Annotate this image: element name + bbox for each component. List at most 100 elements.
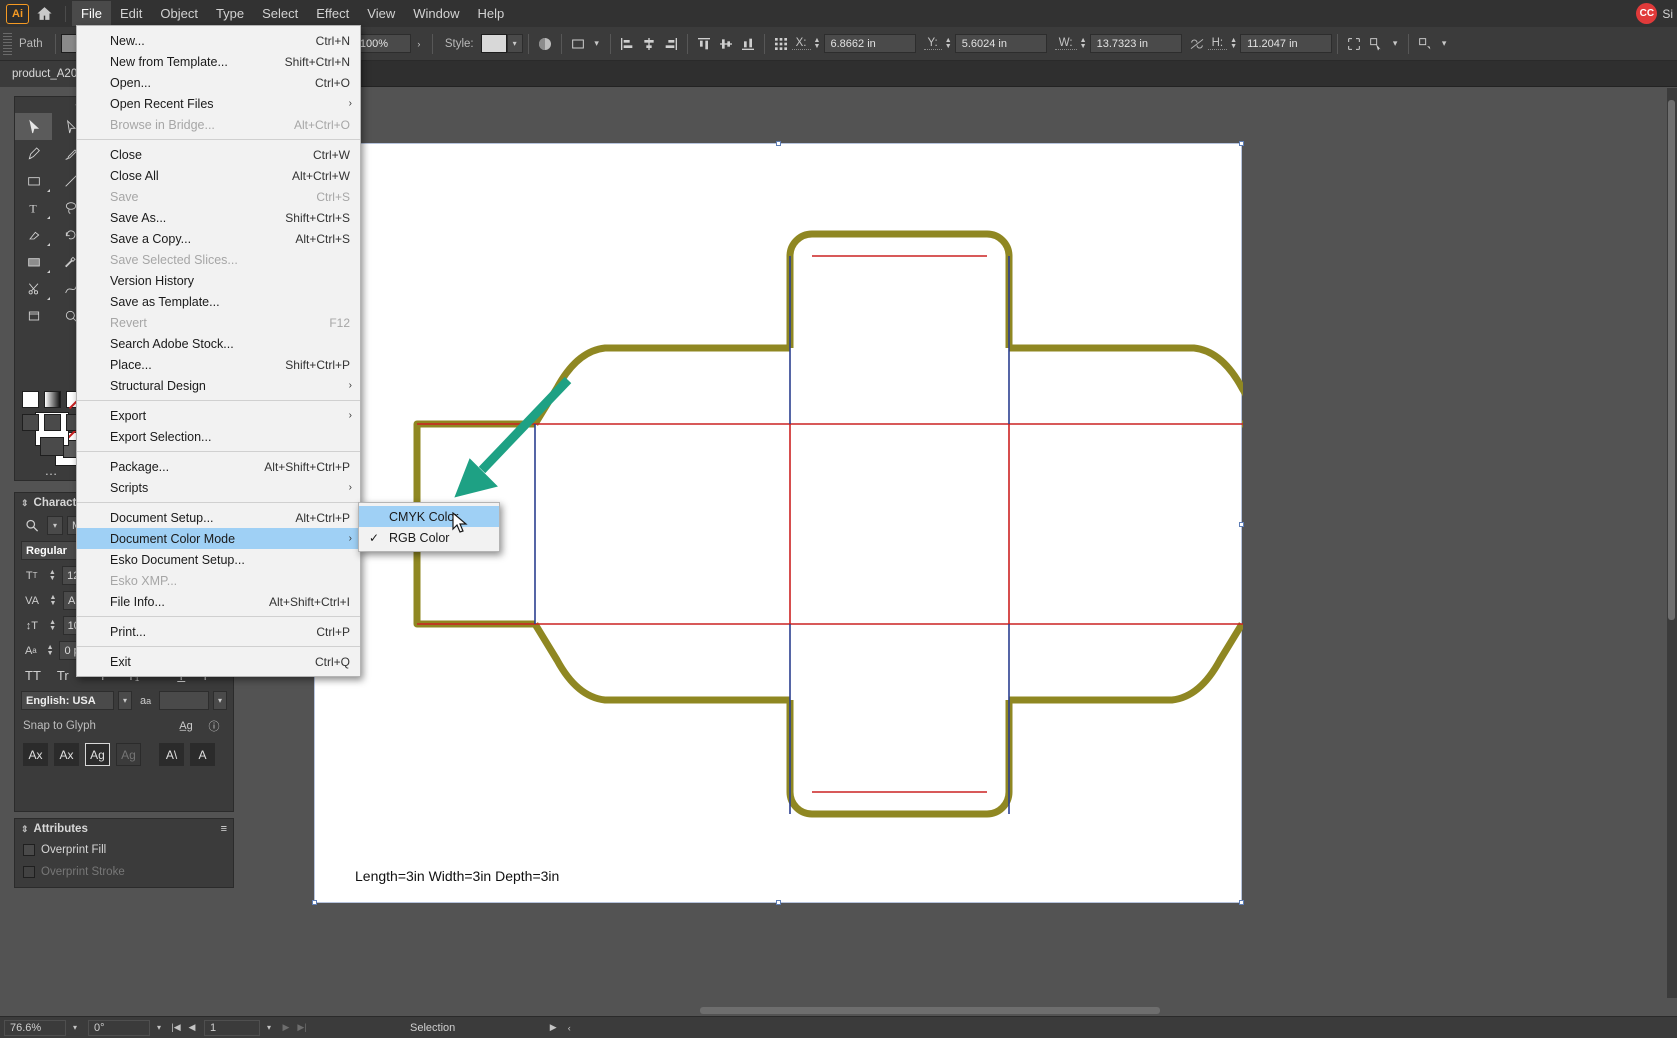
- snap-descender-button[interactable]: Ag: [116, 743, 141, 766]
- snap-capheight-button[interactable]: Ag: [85, 743, 110, 766]
- x-stepper[interactable]: ▲▼: [811, 38, 824, 50]
- menu-item-structural-design[interactable]: Structural Design ›: [77, 375, 360, 396]
- artboard-caret-icon[interactable]: ▾: [260, 1023, 278, 1032]
- menu-edit[interactable]: Edit: [111, 1, 151, 26]
- menu-item-search-adobe-stock[interactable]: Search Adobe Stock...: [77, 333, 360, 354]
- submenu-item-cmyk-color[interactable]: CMYK Color: [359, 506, 499, 527]
- panel-collapse-icon[interactable]: ⇕: [21, 824, 29, 835]
- h-stepper[interactable]: ▲▼: [1227, 38, 1240, 50]
- language-select[interactable]: English: USA: [21, 691, 114, 710]
- transform-caret-icon[interactable]: ▾: [589, 34, 605, 53]
- menu-type[interactable]: Type: [207, 1, 253, 26]
- w-input[interactable]: 13.7323 in: [1090, 34, 1182, 53]
- font-search-caret-icon[interactable]: ▾: [47, 516, 63, 535]
- kerning-stepper[interactable]: ▲▼: [47, 595, 59, 607]
- screen-mode-icon[interactable]: [40, 437, 64, 456]
- zoom-caret-icon[interactable]: ▾: [66, 1023, 84, 1032]
- all-caps-button[interactable]: TT: [25, 668, 41, 683]
- status-collapse-icon[interactable]: ‹: [561, 1023, 577, 1033]
- y-input[interactable]: 5.6024 in: [955, 34, 1047, 53]
- menu-item-place[interactable]: Place... Shift+Ctrl+P: [77, 354, 360, 375]
- menu-item-version-history[interactable]: Version History: [77, 270, 360, 291]
- status-flyout-icon[interactable]: ▶: [545, 1022, 561, 1033]
- snap-xheight-button[interactable]: Ax: [54, 743, 79, 766]
- draw-behind-icon[interactable]: [44, 414, 61, 431]
- rotation-input[interactable]: 0°: [88, 1020, 150, 1036]
- snap-angle-button[interactable]: A\: [159, 743, 184, 766]
- menu-item-close-all[interactable]: Close All Alt+Ctrl+W: [77, 165, 360, 186]
- w-stepper[interactable]: ▲▼: [1077, 38, 1090, 50]
- menu-file[interactable]: File: [72, 1, 111, 26]
- gradient-tool[interactable]: [15, 248, 52, 275]
- attributes-panel-header[interactable]: ⇕ Attributes ≡: [15, 819, 233, 839]
- selection-tool[interactable]: [15, 113, 52, 140]
- lock-proportions-icon[interactable]: [1186, 33, 1208, 55]
- eraser-tool[interactable]: [15, 221, 52, 248]
- menu-object[interactable]: Object: [151, 1, 207, 26]
- baseline-stepper[interactable]: ▲▼: [45, 645, 56, 657]
- menu-item-document-setup[interactable]: Document Setup... Alt+Ctrl+P: [77, 507, 360, 528]
- menu-item-save-a-copy[interactable]: Save a Copy... Alt+Ctrl+S: [77, 228, 360, 249]
- h-input[interactable]: 11.2047 in: [1240, 34, 1332, 53]
- search-font-icon[interactable]: [21, 517, 43, 535]
- align-left-icon[interactable]: [616, 33, 638, 55]
- panel-menu-icon[interactable]: ≡: [221, 823, 227, 835]
- menu-window[interactable]: Window: [404, 1, 468, 26]
- graphic-style-swatch[interactable]: [481, 34, 507, 53]
- align-right-icon[interactable]: [660, 33, 682, 55]
- isolate-caret-icon[interactable]: ▾: [1436, 34, 1452, 53]
- menu-item-new[interactable]: New... Ctrl+N: [77, 30, 360, 51]
- rotation-caret-icon[interactable]: ▾: [150, 1023, 168, 1032]
- menu-view[interactable]: View: [358, 1, 404, 26]
- horizontal-scrollbar[interactable]: [700, 1007, 1160, 1014]
- menu-item-new-from-template[interactable]: New from Template... Shift+Ctrl+N: [77, 51, 360, 72]
- menu-help[interactable]: Help: [468, 1, 513, 26]
- align-bottom-icon[interactable]: [737, 33, 759, 55]
- font-size-stepper[interactable]: ▲▼: [46, 570, 58, 582]
- menu-item-file-info[interactable]: File Info... Alt+Shift+Ctrl+I: [77, 591, 360, 612]
- file-menu-dropdown[interactable]: New... Ctrl+N New from Template... Shift…: [76, 25, 361, 677]
- first-artboard-button[interactable]: |◀: [168, 1022, 184, 1033]
- align-top-icon[interactable]: [693, 33, 715, 55]
- snap-width-button[interactable]: A: [190, 743, 215, 766]
- type-tool[interactable]: T: [15, 194, 52, 221]
- isolate-object-icon[interactable]: [1414, 33, 1436, 55]
- glyph-preview-icon[interactable]: A̲g: [175, 717, 197, 735]
- align-middle-vertical-icon[interactable]: [715, 33, 737, 55]
- menu-item-close[interactable]: Close Ctrl+W: [77, 144, 360, 165]
- menu-item-exit[interactable]: Exit Ctrl+Q: [77, 651, 360, 672]
- selection-handle-bc[interactable]: [776, 900, 781, 905]
- menu-effect[interactable]: Effect: [307, 1, 358, 26]
- menu-item-open-recent-files[interactable]: Open Recent Files ›: [77, 93, 360, 114]
- style-caret-icon[interactable]: ▾: [507, 34, 523, 53]
- transform-panel-icon[interactable]: [567, 33, 589, 55]
- previous-artboard-button[interactable]: ◀: [184, 1022, 200, 1033]
- selection-handle-mr[interactable]: [1239, 522, 1244, 527]
- language-caret-icon[interactable]: ▾: [118, 691, 132, 710]
- zoom-level-input[interactable]: 76.6%: [4, 1020, 66, 1036]
- creative-cloud-icon[interactable]: CC: [1636, 3, 1657, 24]
- artboard-tool[interactable]: [15, 302, 52, 329]
- gradient-mode-icon[interactable]: [44, 391, 61, 408]
- draw-normal-icon[interactable]: [22, 414, 39, 431]
- signin-label[interactable]: Si: [1662, 7, 1673, 21]
- menu-select[interactable]: Select: [253, 1, 307, 26]
- menu-item-open[interactable]: Open... Ctrl+O: [77, 72, 360, 93]
- vertical-scale-stepper[interactable]: ▲▼: [47, 620, 59, 632]
- menu-item-save-as[interactable]: Save As... Shift+Ctrl+S: [77, 207, 360, 228]
- menu-item-package[interactable]: Package... Alt+Shift+Ctrl+P: [77, 456, 360, 477]
- align-center-horizontal-icon[interactable]: [638, 33, 660, 55]
- pen-tool[interactable]: [15, 140, 52, 167]
- menu-item-document-color-mode[interactable]: Document Color Mode ›: [77, 528, 360, 549]
- snap-baseline-button[interactable]: Ax: [23, 743, 48, 766]
- x-input[interactable]: 6.8662 in: [824, 34, 916, 53]
- y-stepper[interactable]: ▲▼: [942, 38, 955, 50]
- submenu-item-rgb-color[interactable]: ✓ RGB Color: [359, 527, 499, 548]
- reference-point-icon[interactable]: [770, 33, 792, 55]
- opacity-flyout-icon[interactable]: ›: [411, 34, 427, 53]
- scissors-tool[interactable]: [15, 275, 52, 302]
- info-icon[interactable]: ⓘ: [203, 717, 225, 735]
- menu-item-export-selection[interactable]: Export Selection...: [77, 426, 360, 447]
- recolor-artwork-icon[interactable]: [534, 33, 556, 55]
- transform-each-icon[interactable]: [1343, 33, 1365, 55]
